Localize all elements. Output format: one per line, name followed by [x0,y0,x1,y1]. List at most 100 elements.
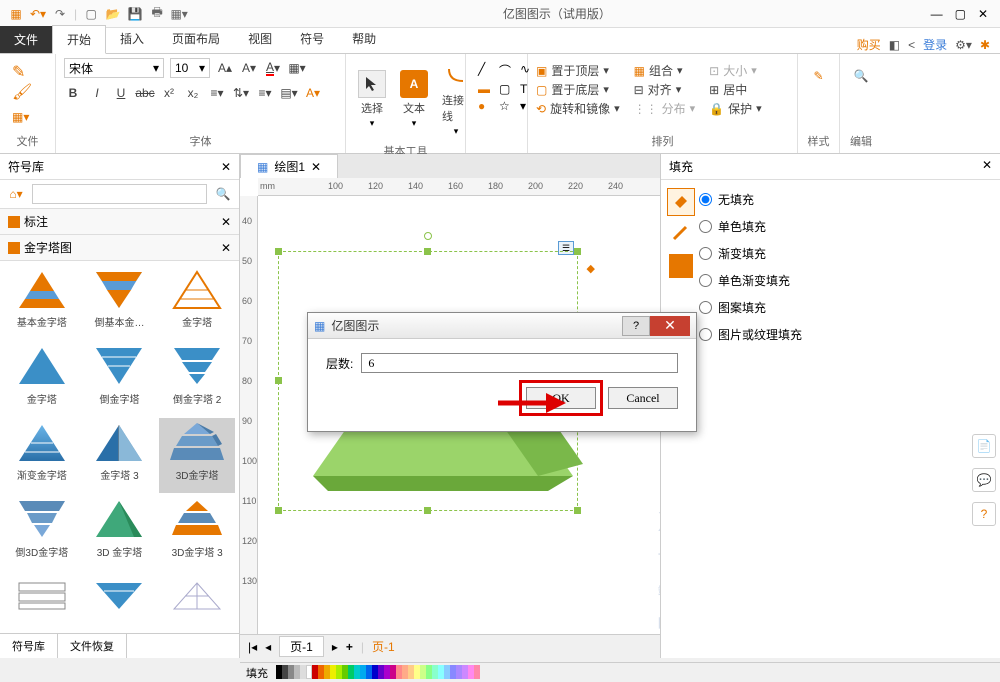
circle-shape[interactable]: ● [478,99,496,113]
theme-icon[interactable]: ✱ [980,38,990,52]
group-btn[interactable]: ▦组合 ▾ [634,62,696,79]
page-label-right[interactable]: 页-1 [372,638,395,655]
properties-icon[interactable]: 📄 [972,434,996,458]
rrect-shape[interactable]: ▢ [499,82,517,96]
shape-item[interactable]: 3D金字塔 3 [159,495,235,570]
shape-item[interactable] [82,571,158,629]
section-close-icon[interactable]: ✕ [221,241,231,255]
shape-item[interactable]: 3D 金字塔 [82,495,158,570]
doc-tab-close-icon[interactable]: ✕ [311,160,321,174]
center-btn[interactable]: ⊞居中 [709,81,762,98]
shape-item[interactable]: 基本金字塔 [4,265,80,340]
document-tab[interactable]: ▦ 绘图1 ✕ [240,154,338,178]
shape-item[interactable]: 倒3D金字塔 [4,495,80,570]
page-add-icon[interactable]: + [346,640,353,654]
tab-help[interactable]: 帮助 [338,25,390,53]
cancel-button[interactable]: Cancel [608,387,678,409]
subscript-icon[interactable]: x₂ [184,84,202,102]
dialog-close-button[interactable]: ✕ [650,316,690,336]
decrease-font-icon[interactable]: A▾ [240,59,258,77]
fill-swatch[interactable] [667,252,695,280]
action-handle-icon[interactable]: ◆ [587,262,595,275]
page-nav-next[interactable]: ▸ [332,640,338,654]
section-annotation[interactable]: 标注 ✕ [0,209,239,235]
font-name-select[interactable]: 宋体▾ [64,58,164,78]
new-icon[interactable]: ▢ [83,6,99,22]
section-close-icon[interactable]: ✕ [221,215,231,229]
page-label-left[interactable]: 页-1 [279,636,324,657]
maximize-button[interactable]: ▢ [955,7,966,21]
feedback-icon[interactable]: ◧ [889,38,900,52]
fill-paint-icon[interactable] [667,188,695,216]
save-icon[interactable]: 💾 [127,6,143,22]
send-back[interactable]: ▢置于底层 ▾ [536,81,620,98]
arc-shape[interactable]: ⌒ [499,62,517,79]
superscript-icon[interactable]: x² [160,84,178,102]
style-btn[interactable]: ✎ [806,58,831,94]
buy-link[interactable]: 购买 [857,36,881,53]
distribute-btn[interactable]: ⋮⋮分布 ▾ [634,100,696,117]
export-icon[interactable]: ▦▾ [171,6,187,22]
tab-layout[interactable]: 页面布局 [158,25,234,53]
open-icon[interactable]: 📂 [105,6,121,22]
help-icon[interactable]: ? [972,502,996,526]
comment-icon[interactable]: 💬 [972,468,996,492]
shape-item[interactable]: 倒金字塔 [82,342,158,417]
increase-font-icon[interactable]: A▴ [216,59,234,77]
fill-option-gradient[interactable]: 渐变填充 [699,240,1000,267]
layers-input[interactable] [361,353,678,373]
tab-start[interactable]: 开始 [52,25,106,54]
section-pyramid[interactable]: 金字塔图 ✕ [0,235,239,261]
font-color-icon[interactable]: A▾ [264,59,282,77]
shape-item[interactable] [159,571,235,629]
fill-line-icon[interactable] [667,220,695,248]
font-size-select[interactable]: 10▾ [170,58,210,78]
bullets-icon[interactable]: ≡▾ [208,84,226,102]
font-dialog-icon[interactable]: A▾ [304,84,322,102]
undo-icon[interactable]: ↶▾ [30,6,46,22]
line-shape[interactable]: ╱ [478,62,496,79]
home-icon[interactable]: ⌂▾ [4,184,28,204]
tab-symbol[interactable]: 符号 [286,25,338,53]
share-icon[interactable]: < [908,38,915,52]
rect-shape[interactable]: ▬ [478,82,496,96]
page-nav-prev[interactable]: ◂ [265,640,271,654]
valign-icon[interactable]: ▤▾ [280,84,298,102]
italic-icon[interactable]: I [88,84,106,102]
shape-item[interactable]: 金字塔 [4,342,80,417]
search-input[interactable] [32,184,207,204]
settings-icon[interactable]: ⚙▾ [955,38,972,52]
redo-icon[interactable]: ↷ [52,6,68,22]
print-icon[interactable]: 🖶 [149,6,165,22]
fill-option-solid-gradient[interactable]: 单色渐变填充 [699,267,1000,294]
shape-item[interactable] [4,571,80,629]
shape-item[interactable]: 金字塔 3 [82,418,158,493]
dialog-help-button[interactable]: ? [622,316,650,336]
align-icon[interactable]: ≡▾ [256,84,274,102]
align-btn[interactable]: ⊟对齐 ▾ [634,81,696,98]
select-tool[interactable]: 选择▾ [354,66,390,133]
edit-btn[interactable]: 🔍 [848,58,874,94]
close-button[interactable]: ✕ [978,7,988,21]
shape-item[interactable]: 金字塔 [159,265,235,340]
page-nav-first[interactable]: |◂ [248,640,257,654]
login-link[interactable]: 登录 [923,36,947,53]
fill-option-texture[interactable]: 图片或纹理填充 [699,321,1000,348]
fill-panel-close-icon[interactable]: ✕ [982,158,992,175]
protect-btn[interactable]: 🔒保护 ▾ [709,100,762,117]
size-btn[interactable]: ⊡大小 ▾ [709,62,762,79]
tab-symbol-lib[interactable]: 符号库 [0,634,58,658]
fill-option-solid[interactable]: 单色填充 [699,213,1000,240]
underline-icon[interactable]: U [112,84,130,102]
color-palette[interactable] [276,665,480,681]
bring-front[interactable]: ▣置于顶层 ▾ [536,62,620,79]
fill-option-none[interactable]: 无填充 [699,186,1000,213]
tab-insert[interactable]: 插入 [106,25,158,53]
star-shape[interactable]: ☆ [499,99,517,113]
strike-icon[interactable]: abc [136,84,154,102]
highlight-icon[interactable]: ▦▾ [288,59,306,77]
format-painter-icon[interactable]: ✎ 🖌 [12,62,43,102]
minimize-button[interactable]: — [931,7,943,21]
bold-icon[interactable]: B [64,84,82,102]
layers-icon[interactable]: ▦▾ [12,110,43,124]
